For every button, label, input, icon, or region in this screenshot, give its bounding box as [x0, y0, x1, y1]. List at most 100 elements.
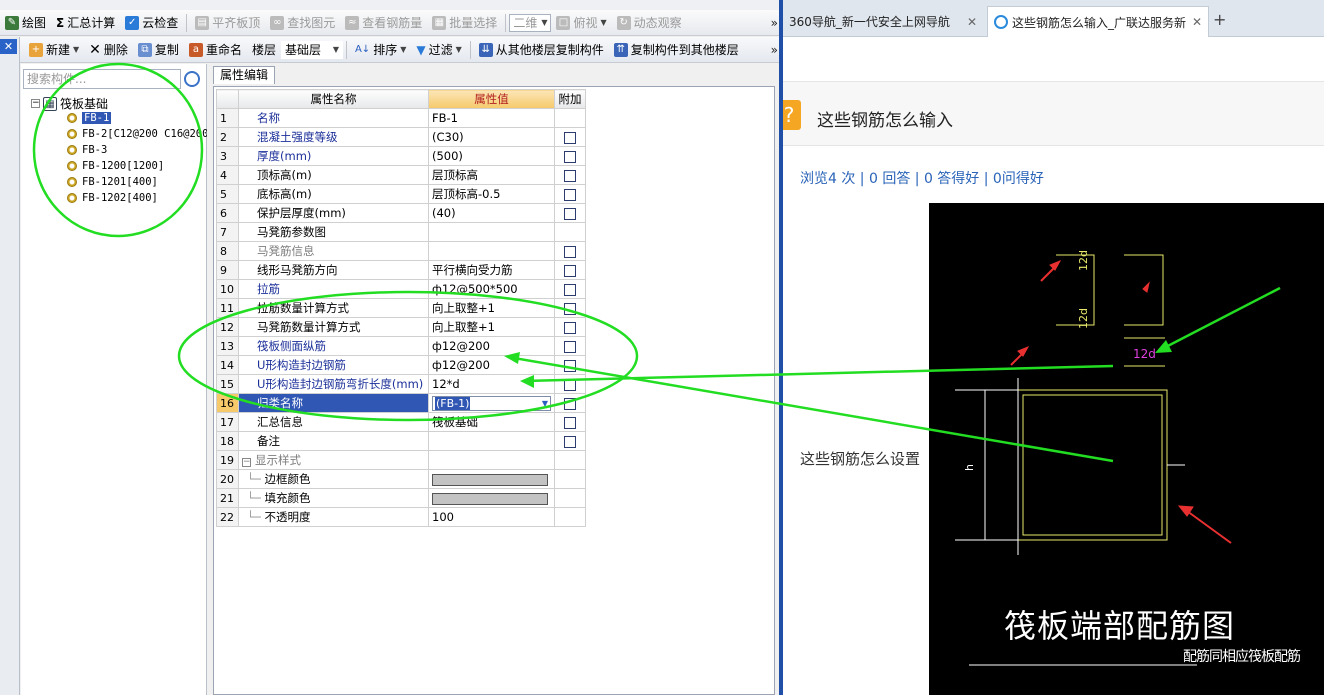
property-row[interactable]: 7 马凳筋参数图	[216, 222, 586, 242]
extra-checkbox[interactable]	[564, 207, 576, 220]
delete-button[interactable]: ✕ 删除	[84, 39, 133, 61]
extra-checkbox[interactable]	[564, 397, 576, 410]
extra-checkbox[interactable]	[564, 359, 576, 372]
new-button[interactable]: + 新建 ▼	[24, 39, 84, 61]
copy-to-floor-button[interactable]: ⇈ 复制构件到其他楼层	[609, 39, 744, 61]
property-value[interactable]: (40)	[428, 203, 555, 223]
tree-root-raft-foundation[interactable]: − ▦ 筏板基础	[31, 95, 108, 112]
property-row[interactable]: 21 └─ 填充颜色	[216, 488, 586, 508]
extra-checkbox[interactable]	[564, 416, 576, 429]
browser-tab-question[interactable]: 这些钢筋怎么输入_广联达服务新 ✕	[987, 6, 1209, 37]
property-row[interactable]: 16 归类名称 (FB-1) ▼	[216, 393, 586, 413]
property-value-editor[interactable]: (FB-1) ▼	[432, 395, 551, 411]
property-value[interactable]: 向上取整+1	[428, 298, 555, 318]
extra-checkbox[interactable]	[564, 302, 576, 315]
extra-checkbox[interactable]	[564, 150, 576, 163]
collapse-icon[interactable]: −	[242, 458, 251, 467]
close-tab-icon[interactable]: ✕	[967, 15, 977, 29]
extra-checkbox[interactable]	[564, 283, 576, 296]
extra-checkbox[interactable]	[564, 245, 576, 258]
dynamic-view-button[interactable]: ↻ 动态观察	[612, 12, 687, 34]
property-row[interactable]: 18 备注	[216, 431, 586, 451]
tree-item[interactable]: FB-1202[400]	[67, 192, 158, 204]
collapse-icon[interactable]: −	[31, 99, 40, 108]
property-row[interactable]: 11 拉筋数量计算方式 向上取整+1	[216, 298, 586, 318]
property-row[interactable]: 1 名称 FB-1	[216, 108, 586, 128]
component-search-input[interactable]: 搜索构件...	[23, 69, 181, 89]
extra-checkbox[interactable]	[564, 378, 576, 391]
view-rebar-button[interactable]: ≈ 查看钢筋量	[340, 12, 427, 34]
property-value[interactable]	[428, 450, 555, 470]
tree-item[interactable]: FB-3	[67, 144, 107, 156]
close-tab-icon[interactable]: ✕	[1192, 15, 1202, 29]
property-row[interactable]: 8 马凳筋信息	[216, 241, 586, 261]
filter-button[interactable]: ▼ 过滤 ▼	[411, 39, 466, 61]
property-row[interactable]: 6 保护层厚度(mm) (40)	[216, 203, 586, 223]
property-row[interactable]: 10 拉筋 ф12@500*500	[216, 279, 586, 299]
property-value[interactable]: 平行横向受力筋	[428, 260, 555, 280]
summary-calc-button[interactable]: Σ 汇总计算	[51, 12, 120, 34]
top-view-button[interactable]: □ 俯视 ▼	[551, 12, 611, 34]
chevron-down-icon[interactable]: ▼	[542, 399, 548, 408]
property-row[interactable]: 3 厚度(mm) (500)	[216, 146, 586, 166]
find-element-button[interactable]: ∞ 查找图元	[265, 12, 340, 34]
extra-checkbox[interactable]	[564, 131, 576, 144]
new-tab-icon[interactable]: +	[1213, 10, 1226, 29]
extra-checkbox[interactable]	[564, 169, 576, 182]
browser-tab-360[interactable]: 360导航_新一代安全上网导航 ✕	[783, 6, 983, 37]
sort-button[interactable]: A↓ 排序 ▼	[350, 39, 411, 61]
property-row[interactable]: 22 └─ 不透明度 100	[216, 507, 586, 527]
property-value[interactable]: 层顶标高-0.5	[428, 184, 555, 204]
color-swatch[interactable]	[432, 492, 548, 505]
property-value[interactable]: ф12@500*500	[428, 279, 555, 299]
cloud-check-button[interactable]: ✓ 云检查	[120, 12, 183, 34]
copy-button[interactable]: ⧉ 复制	[133, 39, 184, 61]
property-row[interactable]: 19− 显示样式	[216, 450, 586, 470]
extra-checkbox[interactable]	[564, 188, 576, 201]
property-row[interactable]: 15 U形构造封边钢筋弯折长度(mm) 12*d	[216, 374, 586, 394]
view-mode-select[interactable]: 二维 ▼	[509, 13, 552, 32]
property-row[interactable]: 13 筏板侧面纵筋 ф12@200	[216, 336, 586, 356]
tree-item[interactable]: FB-1200[1200]	[67, 160, 164, 172]
rename-button[interactable]: a 重命名	[184, 39, 247, 61]
floor-select[interactable]: 基础层 ▼	[280, 40, 343, 59]
property-row[interactable]: 2 混凝土强度等级 (C30)	[216, 127, 586, 147]
property-value[interactable]	[428, 241, 555, 261]
property-row[interactable]: 12 马凳筋数量计算方式 向上取整+1	[216, 317, 586, 337]
toolbar-overflow-button[interactable]: »	[771, 16, 778, 30]
search-icon[interactable]	[184, 71, 200, 87]
property-value[interactable]	[428, 469, 555, 489]
property-row[interactable]: 4 顶标高(m) 层顶标高	[216, 165, 586, 185]
property-row[interactable]: 17 汇总信息 筏板基础	[216, 412, 586, 432]
property-value[interactable]: ф12@200	[428, 355, 555, 375]
extra-checkbox[interactable]	[564, 321, 576, 334]
property-row[interactable]: 14 U形构造封边钢筋 ф12@200	[216, 355, 586, 375]
align-slab-top-button[interactable]: ▤ 平齐板顶	[190, 12, 265, 34]
tree-item[interactable]: FB-1201[400]	[67, 176, 158, 188]
close-icon[interactable]: ✕	[0, 39, 17, 54]
tree-item[interactable]: FB-1	[67, 112, 112, 124]
property-value[interactable]: 12*d	[428, 374, 555, 394]
property-value[interactable]: FB-1	[428, 108, 555, 128]
color-swatch[interactable]	[432, 473, 548, 486]
tab-property-edit[interactable]: 属性编辑	[213, 66, 275, 84]
extra-checkbox[interactable]	[564, 264, 576, 277]
toolbar-overflow-button[interactable]: »	[771, 43, 778, 57]
property-row[interactable]: 5 底标高(m) 层顶标高-0.5	[216, 184, 586, 204]
property-value[interactable]	[428, 488, 555, 508]
property-row[interactable]: 20 └─ 边框颜色	[216, 469, 586, 489]
tree-item[interactable]: FB-2[C12@200 C16@200	[67, 128, 208, 140]
property-value[interactable]: ф12@200	[428, 336, 555, 356]
property-value[interactable]: 筏板基础	[428, 412, 555, 432]
property-value[interactable]: 向上取整+1	[428, 317, 555, 337]
property-value[interactable]: (500)	[428, 146, 555, 166]
property-value[interactable]: (FB-1) ▼	[428, 393, 555, 413]
question-stats[interactable]: 浏览4 次 | 0 回答 | 0 答得好 | 0问得好	[800, 168, 1044, 188]
copy-from-floor-button[interactable]: ⇊ 从其他楼层复制构件	[474, 39, 609, 61]
draw-button[interactable]: ✎ 绘图	[0, 12, 51, 34]
property-value[interactable]: (C30)	[428, 127, 555, 147]
extra-checkbox[interactable]	[564, 435, 576, 448]
property-row[interactable]: 9 线形马凳筋方向 平行横向受力筋	[216, 260, 586, 280]
batch-select-button[interactable]: ▦ 批量选择	[427, 12, 502, 34]
property-value[interactable]	[428, 431, 555, 451]
